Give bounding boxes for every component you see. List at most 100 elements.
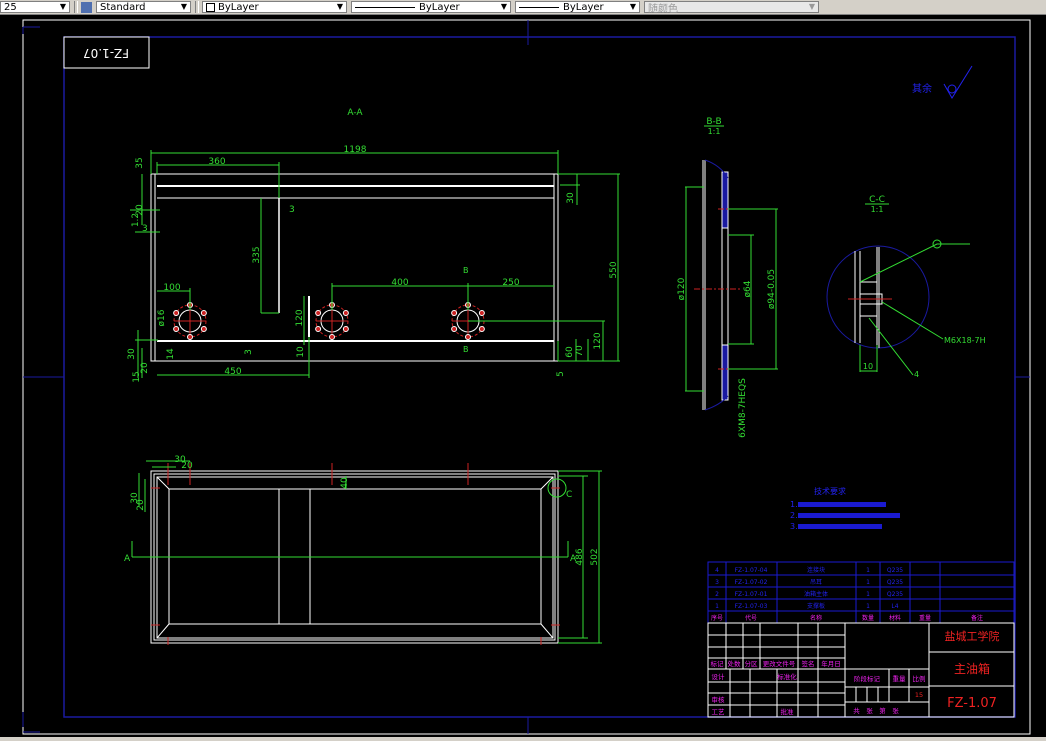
- dim-400: 400: [391, 278, 408, 288]
- parts-cell: 1: [866, 567, 870, 574]
- bolt-hole: [315, 310, 322, 316]
- parts-cell: 1: [866, 603, 870, 610]
- parts-cell: 2: [715, 591, 719, 598]
- dim-14: 14: [166, 348, 176, 360]
- dim-40: 40: [340, 477, 350, 489]
- dim-1198: 1198: [344, 145, 367, 155]
- dim-35: 35: [135, 157, 145, 168]
- bolt-hole: [478, 326, 485, 332]
- dim-10: 10: [296, 346, 306, 358]
- parts-cell: FZ-1.07-03: [735, 603, 768, 610]
- section-label-a-left: A: [124, 554, 131, 564]
- roughness-label: 其余: [912, 82, 932, 95]
- dim-dia64: ø64: [743, 280, 753, 297]
- dim-70: 70: [575, 345, 585, 357]
- label-approve: 批准: [781, 707, 795, 716]
- bolt-hole: [315, 326, 322, 332]
- dim-1-2: 1.2: [131, 213, 141, 227]
- dim-20-left: 20: [136, 499, 146, 511]
- dim-20-bottom: 20: [140, 362, 150, 374]
- view-label-a-a: A-A: [347, 108, 363, 118]
- dim-5: 5: [556, 371, 566, 377]
- view-scale-c-c: 1:1: [871, 205, 884, 214]
- parts-cell: 支撑板: [807, 602, 825, 610]
- dim-120-baffle: 120: [295, 309, 305, 326]
- parts-cell: Q235: [887, 591, 903, 598]
- parts-cell: 吊耳: [810, 579, 822, 586]
- scale-value: 15: [915, 691, 923, 699]
- dim-250: 250: [502, 278, 519, 288]
- label-review: 审核: [712, 695, 726, 704]
- label-scale: 比例: [913, 674, 926, 683]
- section-mark-b-top: B: [463, 266, 469, 275]
- drawing-number: FZ-1.07: [947, 696, 997, 711]
- bolt-hole: [465, 334, 471, 340]
- tech-req-item-1: 1.: [790, 500, 798, 509]
- status-strip: [0, 737, 1046, 741]
- dim-550: 550: [609, 261, 619, 278]
- dim-100: 100: [163, 283, 180, 293]
- dim-dia16: ø16: [157, 309, 167, 326]
- mirrored-drawing-number: FZ-1.07: [83, 46, 129, 60]
- parts-cell: 油箱主体: [804, 590, 828, 598]
- parts-header: 备注: [971, 614, 983, 622]
- parts-header: 序号: [711, 614, 723, 622]
- bolt-hole: [329, 334, 335, 340]
- label-sheets: 共 张 第 张: [853, 706, 899, 715]
- parts-cell: 4: [715, 567, 719, 574]
- parts-cell: 连接块: [807, 566, 825, 574]
- balloon-4: 4: [914, 370, 919, 379]
- dim-335: 335: [252, 246, 262, 263]
- dim-30-bottom: 30: [127, 348, 137, 360]
- parts-header: 代号: [745, 614, 757, 622]
- dim-3-baffle: 3: [289, 205, 295, 215]
- bolt-hole: [200, 326, 207, 332]
- parts-header: 重量: [919, 614, 931, 622]
- thread-callout-m6: M6X18-7H: [944, 336, 986, 345]
- label-standardization: 标准化: [777, 672, 797, 681]
- label-signature: 签名: [802, 659, 815, 668]
- bolt-hole: [200, 310, 207, 316]
- parts-cell: Q235: [887, 579, 903, 586]
- label-stage: 阶段标记: [854, 674, 881, 683]
- parts-cell: 1: [866, 591, 870, 598]
- dim-3-bottom: 3: [244, 349, 254, 355]
- label-design: 设计: [712, 672, 726, 681]
- parts-cell: 3: [715, 579, 719, 586]
- section-mark-b-bottom: B: [463, 345, 469, 354]
- dim-486: 486: [575, 548, 585, 565]
- parts-header: 数量: [862, 614, 874, 622]
- dim-120-flange: 120: [593, 332, 603, 349]
- label-count: 处数: [728, 659, 742, 668]
- tech-req-item-3: 3.: [790, 522, 798, 531]
- parts-cell: FZ-1.07-01: [735, 591, 768, 598]
- dim-502: 502: [590, 548, 600, 565]
- dim-dia94: ø94-0.05: [767, 269, 777, 309]
- bolt-hole: [187, 334, 193, 340]
- thread-callout: 6XM8-7HEQS: [738, 378, 748, 438]
- bolt-hole: [342, 326, 349, 332]
- bolt-hole: [451, 326, 458, 332]
- label-weight: 重量: [893, 675, 907, 683]
- dim-dia120: ø120: [677, 277, 687, 300]
- parts-header: 名称: [810, 614, 822, 622]
- parts-cell: L4: [891, 603, 898, 610]
- label-process: 工艺: [712, 708, 726, 716]
- drawing-canvas[interactable]: FZ-1.07 其余 A-A 1198 360 550 335 400 250 …: [0, 0, 1046, 741]
- dim-360: 360: [208, 157, 225, 167]
- label-date: 年月日: [821, 659, 841, 668]
- parts-cell: 1: [866, 579, 870, 586]
- parts-header: 材料: [889, 614, 901, 622]
- label-change-doc: 更改文件号: [763, 659, 796, 668]
- bolt-hole: [342, 310, 349, 316]
- part-name: 主油箱: [954, 661, 990, 676]
- bolt-hole: [478, 310, 485, 316]
- tech-req-title: 技术要求: [814, 486, 846, 496]
- mirrored-number-box: FZ-1.07: [63, 36, 150, 69]
- parts-cell: FZ-1.07-04: [735, 567, 768, 574]
- dim-450: 450: [224, 367, 241, 377]
- label-mark: 标记: [711, 659, 725, 668]
- bolt-hole: [173, 326, 180, 332]
- tech-req-item-2: 2.: [790, 511, 798, 520]
- dim-60: 60: [565, 346, 575, 358]
